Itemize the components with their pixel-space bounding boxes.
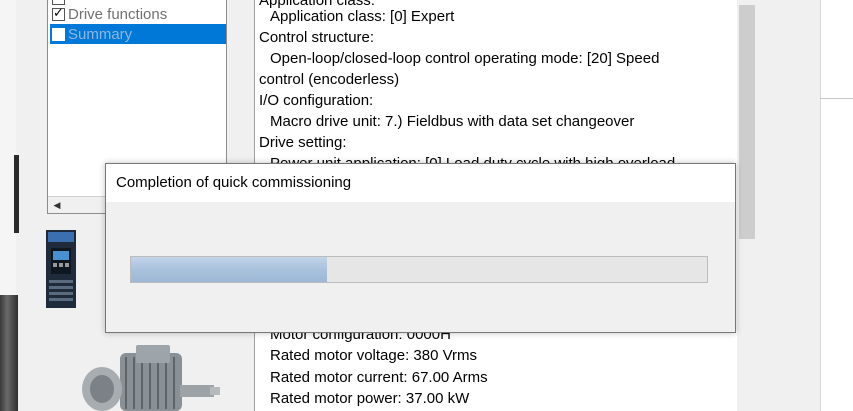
checkbox-unchecked-icon[interactable]	[52, 27, 65, 41]
progress-bar	[130, 256, 708, 283]
summary-line: Open-loop/closed-loop control operating …	[270, 50, 660, 67]
summary-line: Rated motor voltage: 380 Vrms	[270, 347, 478, 364]
summary-line: Control structure:	[259, 29, 375, 46]
summary-line: Macro drive unit: 7.) Fieldbus with data…	[270, 113, 635, 130]
quick-commissioning-progress-dialog: Completion of quick commissioning	[105, 163, 736, 333]
drive-unit-image	[46, 230, 76, 308]
right-panel-divider	[820, 98, 853, 99]
tree-item-label: Summary	[68, 25, 133, 43]
dialog-title: Completion of quick commissioning	[116, 174, 352, 191]
summary-line: Drive setting:	[259, 134, 347, 151]
summary-line: Rated motor power: 37.00 kW	[270, 390, 470, 407]
right-side-panel	[820, 0, 853, 411]
motor-image	[82, 345, 220, 411]
summary-line: I/O configuration:	[259, 92, 374, 109]
progress-bar-fill	[131, 257, 327, 282]
scrollbar-thumb[interactable]	[739, 5, 755, 239]
device-graphic-side	[0, 295, 18, 411]
summary-line: Application class: [0] Expert	[270, 8, 455, 25]
tree-item-label: Drive functions	[68, 5, 168, 23]
summary-line: Rated motor current: 67.00 Arms	[270, 369, 488, 386]
scroll-left-arrow-icon[interactable]: ◀	[50, 199, 64, 212]
summary-vertical-scrollbar[interactable]	[737, 0, 757, 411]
tree-item-summary[interactable]: Summary	[50, 24, 226, 44]
checkbox-checked-icon[interactable]	[52, 5, 65, 21]
device-graphic-edge	[14, 155, 19, 233]
tree-item-drive-functions[interactable]: Drive functions	[52, 4, 167, 24]
dialog-titlebar[interactable]: Completion of quick commissioning	[106, 164, 735, 202]
summary-line: control (encoderless)	[259, 71, 400, 88]
